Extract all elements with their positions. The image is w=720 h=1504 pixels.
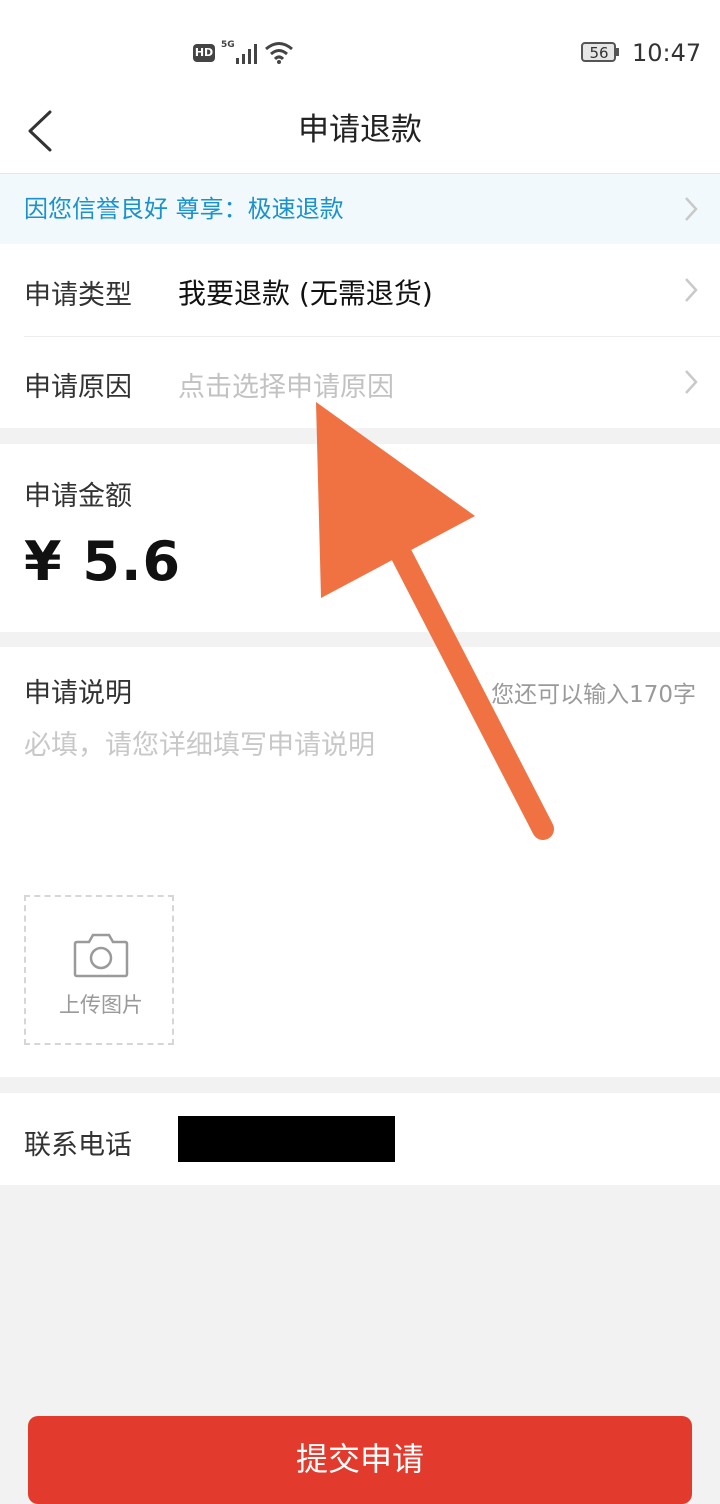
refund-amount-value: ¥ 5.6: [24, 530, 182, 593]
refund-amount-label: 申请金额: [24, 481, 132, 512]
character-counter: 您还可以输入170字: [491, 682, 696, 708]
fast-refund-banner[interactable]: 因您信誉良好 尊享：极速退款: [0, 174, 720, 244]
submit-button[interactable]: 提交申请: [28, 1416, 692, 1504]
battery-level: 56: [589, 44, 609, 62]
upload-image-button[interactable]: 上传图片: [24, 895, 174, 1045]
navigation-bar: 申请退款: [0, 90, 720, 174]
refund-reason-label: 申请原因: [24, 372, 132, 403]
refund-reason-placeholder: 点击选择申请原因: [178, 372, 394, 403]
chevron-right-icon: [685, 370, 698, 394]
phone-number-redacted[interactable]: [178, 1116, 395, 1162]
refund-type-value: 我要退款 (无需退货): [178, 277, 433, 310]
contact-phone-section: 联系电话: [0, 1093, 720, 1185]
upload-label: 上传图片: [59, 993, 143, 1017]
network-type: 5G: [221, 40, 235, 50]
status-bar: HD 5G 56 10:47: [0, 0, 720, 90]
clock: 10:47: [632, 39, 702, 67]
chevron-right-icon: [685, 197, 698, 221]
refund-options-section: 申请类型 我要退款 (无需退货) 申请原因 点击选择申请原因: [0, 244, 720, 428]
chevron-right-icon: [685, 278, 698, 302]
page-title: 申请退款: [298, 112, 422, 148]
description-label: 申请说明: [24, 678, 132, 709]
refund-description-section: 申请说明 您还可以输入170字 上传图片: [0, 647, 720, 1077]
wifi-icon: [265, 42, 293, 64]
signal-icon: [236, 44, 257, 64]
contact-phone-label: 联系电话: [24, 1130, 132, 1161]
refund-reason-row[interactable]: 申请原因 点击选择申请原因: [0, 337, 720, 428]
banner-text: 因您信誉良好 尊享：极速退款: [24, 195, 344, 223]
refund-type-row[interactable]: 申请类型 我要退款 (无需退货): [0, 244, 720, 336]
hd-badge: HD: [193, 44, 215, 62]
description-textarea[interactable]: [24, 723, 696, 853]
refund-type-label: 申请类型: [24, 280, 132, 311]
refund-amount-section: 申请金额 ¥ 5.6: [0, 444, 720, 632]
camera-icon: [73, 933, 129, 978]
